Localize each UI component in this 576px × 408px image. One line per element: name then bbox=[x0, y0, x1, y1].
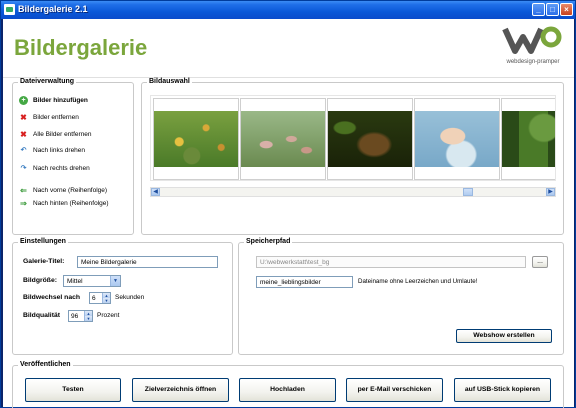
stepper-down-icon[interactable]: ▼ bbox=[102, 298, 110, 303]
logo-text: webdesign-pramper bbox=[506, 59, 560, 65]
maximize-button[interactable]: □ bbox=[546, 3, 559, 16]
galerie-titel-input[interactable]: Meine Bildergalerie bbox=[77, 256, 218, 268]
rotate-right-action[interactable]: ↷ Nach rechts drehen bbox=[19, 163, 90, 174]
folder-name-hint: Dateiname ohne Leerzeichen und Umlaute! bbox=[358, 278, 478, 285]
client-area: Bildergalerie webdesign-pramper Dateiver… bbox=[3, 19, 574, 408]
remove-all-images-label: Alle Bilder entfernen bbox=[33, 131, 92, 138]
thumbnail-image bbox=[328, 111, 412, 167]
bildwechsel-label: Bildwechsel nach bbox=[23, 294, 81, 301]
app-icon bbox=[4, 4, 15, 15]
thumbnail[interactable] bbox=[414, 98, 500, 180]
stepper-down-icon[interactable]: ▼ bbox=[84, 316, 92, 321]
title-bar[interactable]: Bildergalerie 2.1 _ □ × bbox=[1, 1, 575, 19]
veroeffentlichen-group: Veröffentlichen Testen Zielverzeichnis ö… bbox=[12, 361, 564, 408]
speicherpfad-label: Speicherpfad bbox=[244, 238, 293, 245]
rotate-left-label: Nach links drehen bbox=[33, 147, 86, 154]
close-button[interactable]: × bbox=[560, 3, 573, 16]
thumbnail[interactable] bbox=[153, 98, 239, 180]
veroeffentlichen-label: Veröffentlichen bbox=[18, 361, 73, 368]
bildqualitaet-value: 96 bbox=[71, 313, 79, 320]
bildauswahl-label: Bildauswahl bbox=[147, 78, 192, 85]
thumbnail[interactable] bbox=[501, 98, 555, 180]
testen-button[interactable]: Testen bbox=[25, 378, 121, 402]
bildauswahl-group: Bildauswahl ◀ ▶ bbox=[141, 78, 564, 235]
rotate-left-icon: ↶ bbox=[20, 147, 27, 154]
thumbnail-image bbox=[502, 111, 555, 167]
einstellungen-label: Einstellungen bbox=[18, 238, 68, 245]
window-title: Bildergalerie 2.1 bbox=[18, 4, 88, 14]
app-window: Bildergalerie 2.1 _ □ × Bildergalerie we… bbox=[0, 0, 576, 408]
rotate-right-icon: ↷ bbox=[20, 165, 27, 172]
header-divider bbox=[3, 77, 574, 78]
bildqualitaet-label: Bildqualität bbox=[23, 312, 61, 319]
logo-mark-icon bbox=[502, 26, 562, 54]
thumbnail-image bbox=[154, 111, 238, 167]
einstellungen-group: Einstellungen Galerie-Titel: Meine Bilde… bbox=[12, 238, 233, 355]
rotate-left-action[interactable]: ↶ Nach links drehen bbox=[19, 145, 85, 156]
hochladen-button[interactable]: Hochladen bbox=[239, 378, 336, 402]
remove-icon: ✖ bbox=[20, 113, 27, 122]
app-heading: Bildergalerie bbox=[14, 35, 148, 60]
add-images-label: Bilder hinzufügen bbox=[33, 97, 88, 104]
company-logo: webdesign-pramper bbox=[501, 23, 565, 69]
speicherpfad-group: Speicherpfad U:\webwerkstatt\test_bg ...… bbox=[238, 238, 564, 355]
dateiverwaltung-group: Dateiverwaltung + Bilder hinzufügen ✖ Bi… bbox=[12, 78, 134, 235]
move-forward-label: Nach vorne (Reihenfolge) bbox=[33, 187, 108, 194]
remove-all-icon: ✖ bbox=[20, 130, 27, 139]
bildgroesse-select[interactable]: Mittel ▼ bbox=[63, 275, 121, 287]
arrow-left-icon: ⇐ bbox=[20, 186, 27, 195]
minimize-button[interactable]: _ bbox=[532, 3, 545, 16]
email-verschicken-button[interactable]: per E-Mail verschicken bbox=[346, 378, 443, 402]
bildqualitaet-unit: Prozent bbox=[97, 312, 120, 319]
move-forward-action[interactable]: ⇐ Nach vorne (Reihenfolge) bbox=[19, 185, 107, 196]
bildwechsel-value: 6 bbox=[92, 295, 96, 302]
bildwechsel-stepper[interactable]: 6 ▲ ▼ bbox=[89, 292, 111, 304]
zielverzeichnis-oeffnen-button[interactable]: Zielverzeichnis öffnen bbox=[132, 378, 229, 402]
bildwechsel-unit: Sekunden bbox=[115, 294, 145, 301]
bildgroesse-value: Mittel bbox=[67, 278, 83, 285]
thumbnail-scrollbar[interactable]: ◀ ▶ bbox=[150, 187, 556, 197]
thumbnail-image bbox=[415, 111, 499, 167]
path-input[interactable]: U:\webwerkstatt\test_bg bbox=[256, 256, 526, 268]
webshow-erstellen-button[interactable]: Webshow erstellen bbox=[456, 329, 552, 343]
thumbnail[interactable] bbox=[240, 98, 326, 180]
add-images-action[interactable]: + Bilder hinzufügen bbox=[19, 95, 88, 106]
usb-kopieren-button[interactable]: auf USB-Stick kopieren bbox=[454, 378, 551, 402]
remove-all-images-action[interactable]: ✖ Alle Bilder entfernen bbox=[19, 129, 92, 140]
move-backward-label: Nach hinten (Reihenfolge) bbox=[33, 200, 109, 207]
folder-name-input[interactable]: meine_lieblingsbilder bbox=[256, 276, 353, 288]
add-icon: + bbox=[19, 96, 28, 105]
thumbnail-strip bbox=[150, 95, 556, 181]
chevron-down-icon[interactable]: ▼ bbox=[110, 276, 120, 286]
bildqualitaet-stepper[interactable]: 96 ▲ ▼ bbox=[68, 310, 93, 322]
remove-images-label: Bilder entfernen bbox=[33, 114, 79, 121]
bildgroesse-label: Bildgröße: bbox=[23, 277, 57, 284]
thumbnail-image bbox=[241, 111, 325, 167]
rotate-right-label: Nach rechts drehen bbox=[33, 165, 90, 172]
thumbnail[interactable] bbox=[327, 98, 413, 180]
galerie-titel-label: Galerie-Titel: bbox=[23, 258, 65, 265]
remove-images-action[interactable]: ✖ Bilder entfernen bbox=[19, 112, 79, 123]
move-backward-action[interactable]: ⇒ Nach hinten (Reihenfolge) bbox=[19, 198, 109, 209]
arrow-right-icon: ⇒ bbox=[20, 199, 27, 208]
scroll-right-icon[interactable]: ▶ bbox=[546, 188, 555, 196]
scrollbar-thumb[interactable] bbox=[463, 188, 473, 196]
browse-button[interactable]: ... bbox=[532, 256, 548, 268]
scroll-left-icon[interactable]: ◀ bbox=[151, 188, 160, 196]
dateiverwaltung-label: Dateiverwaltung bbox=[18, 78, 77, 85]
